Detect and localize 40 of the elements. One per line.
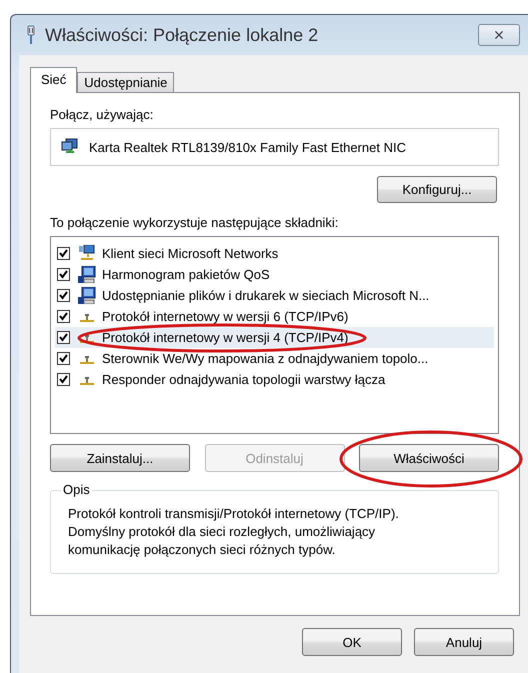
plug-icon (25, 25, 37, 45)
component-item[interactable]: Protokół internetowy w wersji 6 (TCP/IPv6) (55, 306, 494, 327)
checkbox[interactable] (57, 247, 70, 260)
checkbox[interactable] (57, 268, 70, 281)
computer-icon (78, 266, 96, 283)
checkbox[interactable] (57, 310, 70, 323)
window-title: Właściwości: Połączenie lokalne 2 (45, 24, 318, 46)
tab[interactable]: Sieć (30, 67, 78, 93)
component-item[interactable]: Sterownik We/Wy mapowania z odnajdywaniem topolo... (55, 348, 494, 369)
component-item[interactable]: Protokół internetowy w wersji 4 (TCP/IPv4) (55, 327, 494, 348)
adapter-name: Karta Realtek RTL8139/810x Family Fast Ethernet NIC (89, 140, 406, 154)
component-item[interactable]: Udostępnianie plików i drukarek w sieciach Microsoft N... (55, 285, 494, 306)
close-button[interactable]: × (478, 24, 520, 46)
checkbox[interactable] (57, 289, 70, 302)
check-icon (59, 375, 68, 384)
check-icon (59, 312, 68, 321)
checkbox[interactable] (57, 331, 70, 344)
network-client-icon (78, 245, 96, 262)
check-icon (59, 291, 68, 300)
group-title: Opis (61, 482, 92, 497)
check-icon (59, 354, 68, 363)
configure-button[interactable]: Konfiguruj... (377, 176, 497, 203)
computer-icon (78, 287, 96, 304)
check-icon (59, 333, 68, 342)
checkbox[interactable] (57, 352, 70, 365)
component-item[interactable]: Responder odnajdywania topologii warstwy łącza (55, 369, 494, 390)
dialog-button[interactable]: OK (302, 628, 402, 656)
dialog-button[interactable]: Anuluj (414, 628, 514, 656)
component-item[interactable]: Klient sieci Microsoft Networks (55, 243, 494, 264)
check-icon (59, 270, 68, 279)
description-text: Protokół kontroli transmisji/Protokół internetowy (TCP/IP). Domyślny protokół dla sieci rozległych, umożliwiający komunikację połączonych sieci różnych typów. (68, 505, 400, 559)
section-label: To połączenie wykorzystuje następujące składniki: (50, 215, 340, 230)
action-button[interactable]: Właściwości (359, 444, 499, 472)
checkbox[interactable] (57, 373, 70, 386)
section-label: Połącz, używając: (50, 107, 154, 122)
component-item[interactable]: Harmonogram pakietów QoS (55, 264, 494, 285)
network-adapter-icon (61, 138, 79, 156)
check-icon (59, 249, 68, 258)
tab[interactable]: Udostępnianie (77, 72, 174, 92)
action-button[interactable]: Zainstaluj... (50, 444, 190, 472)
